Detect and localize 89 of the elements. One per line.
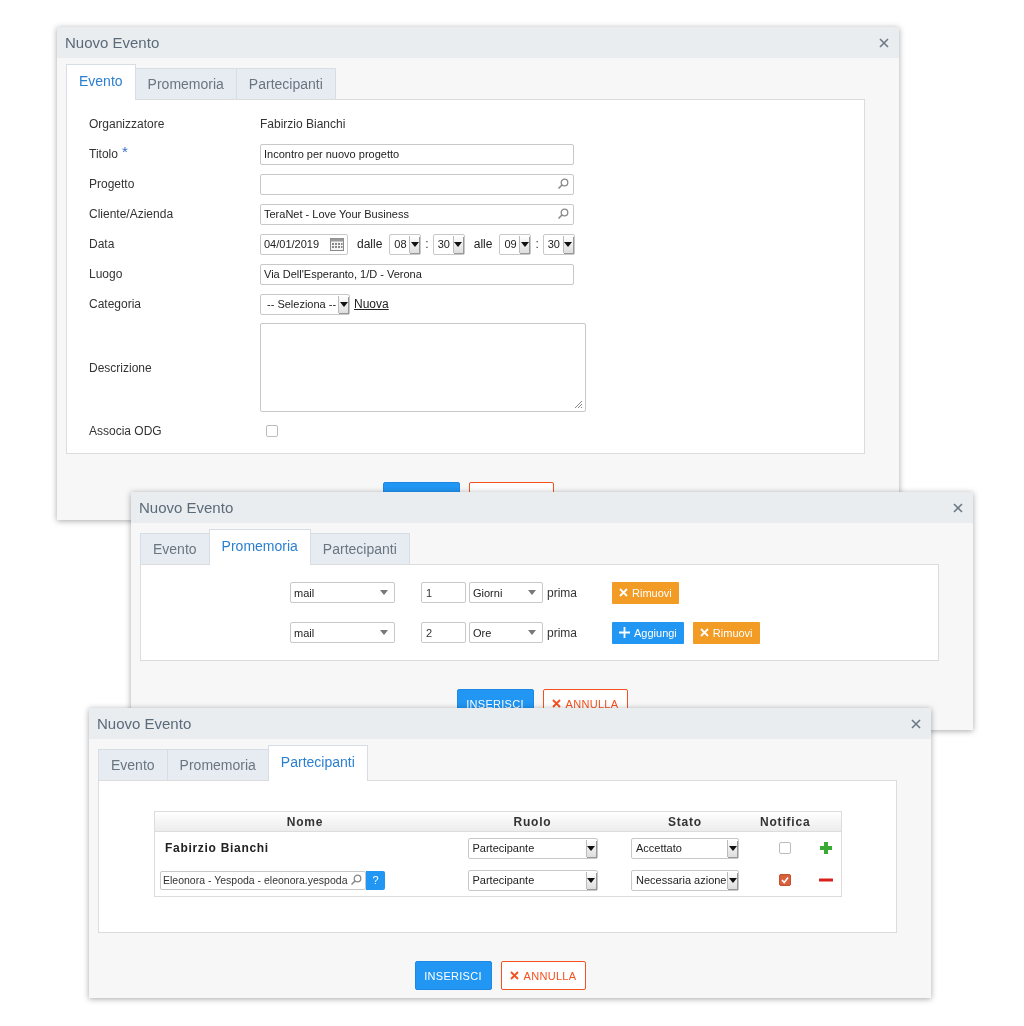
search-icon[interactable] bbox=[557, 208, 569, 220]
category-select[interactable]: -- Seleziona -- bbox=[260, 293, 350, 315]
tab[interactable]: Evento bbox=[98, 749, 168, 780]
checkbox[interactable] bbox=[779, 874, 791, 886]
time-separator: : bbox=[535, 237, 539, 251]
search-icon[interactable] bbox=[350, 874, 362, 886]
participant-name: Fabirzio Bianchi bbox=[164, 841, 269, 855]
search-field[interactable] bbox=[260, 173, 574, 195]
checkbox[interactable] bbox=[779, 842, 791, 854]
check-icon bbox=[781, 876, 789, 884]
unit-select[interactable]: Ore bbox=[469, 622, 543, 643]
column-header: Stato bbox=[667, 814, 703, 829]
caret-icon bbox=[587, 845, 595, 851]
role-select[interactable]: Partecipante bbox=[467, 869, 598, 891]
text-field[interactable]: Via Dell'Esperanto, 1/D - Verona bbox=[260, 263, 574, 285]
text-field[interactable]: Incontro per nuovo progetto bbox=[260, 143, 574, 165]
field-value: Fabirzio Bianchi bbox=[260, 117, 346, 131]
caret-icon bbox=[410, 241, 419, 247]
tab[interactable]: Promemoria bbox=[134, 68, 237, 99]
time-select[interactable]: 30 bbox=[542, 233, 575, 255]
status-select[interactable]: Necessaria azione bbox=[631, 869, 739, 891]
field-label: Associa ODG bbox=[89, 424, 162, 438]
tab[interactable]: Partecipanti bbox=[309, 533, 410, 564]
field-label: Progetto bbox=[89, 177, 135, 191]
cancel-button[interactable]: ANNULLA bbox=[500, 961, 586, 990]
description-field[interactable] bbox=[260, 323, 586, 412]
close-icon[interactable] bbox=[879, 37, 889, 48]
field-label: alle bbox=[473, 237, 493, 251]
caret-icon bbox=[528, 590, 536, 595]
number-field[interactable]: 2 bbox=[421, 622, 466, 643]
plus-icon bbox=[619, 627, 630, 638]
number-field[interactable]: 1 bbox=[421, 582, 466, 603]
resize-grip-icon[interactable] bbox=[573, 399, 583, 409]
tab[interactable]: Partecipanti bbox=[235, 68, 336, 99]
caret-icon bbox=[728, 845, 737, 851]
caret-icon bbox=[528, 630, 536, 635]
field-label: Categoria bbox=[89, 297, 142, 311]
field-label: Luogo bbox=[89, 267, 123, 281]
window-title: Nuovo Evento bbox=[65, 34, 160, 51]
checkbox[interactable] bbox=[266, 425, 278, 437]
channel-select[interactable]: mail bbox=[290, 622, 395, 643]
column-header: Ruolo bbox=[512, 814, 553, 829]
field-label: Data bbox=[89, 237, 115, 251]
time-separator: : bbox=[425, 237, 429, 251]
x-icon bbox=[551, 699, 561, 708]
field-label: prima bbox=[547, 585, 578, 600]
column-header: Nome bbox=[285, 814, 325, 829]
unit-select[interactable]: Giorni bbox=[469, 582, 543, 603]
tab[interactable]: Promemoria bbox=[208, 529, 311, 565]
close-icon[interactable] bbox=[953, 502, 963, 513]
field-label: Titolo bbox=[89, 147, 118, 161]
time-select[interactable]: 30 bbox=[432, 233, 465, 255]
role-select[interactable]: Partecipante bbox=[467, 837, 598, 859]
search-field[interactable]: TeraNet - Love Your Business bbox=[260, 203, 574, 225]
caret-icon bbox=[380, 630, 388, 635]
status-select[interactable]: Accettato bbox=[631, 837, 739, 859]
x-icon bbox=[509, 971, 519, 980]
close-icon[interactable] bbox=[911, 718, 921, 729]
plus-icon[interactable] bbox=[818, 841, 833, 855]
date-field[interactable]: 04/01/2019 bbox=[260, 233, 348, 255]
caret-icon bbox=[339, 301, 348, 307]
tab[interactable]: Promemoria bbox=[166, 749, 269, 780]
calendar-icon[interactable] bbox=[330, 237, 344, 251]
field-label: prima bbox=[547, 625, 578, 640]
search-icon[interactable] bbox=[557, 178, 569, 190]
window-title: Nuovo Evento bbox=[97, 715, 192, 732]
channel-select[interactable]: mail bbox=[290, 582, 395, 603]
caret-icon bbox=[520, 241, 529, 247]
tab[interactable]: Evento bbox=[140, 533, 210, 564]
new-category-link[interactable]: Nuova bbox=[354, 297, 389, 311]
field-label: Cliente/Azienda bbox=[89, 207, 174, 221]
tab[interactable]: Evento bbox=[66, 64, 136, 100]
caret-icon bbox=[454, 241, 463, 247]
column-header: Notifica bbox=[760, 814, 810, 829]
x-icon bbox=[619, 588, 628, 597]
field-label: dalle bbox=[357, 237, 383, 251]
time-select[interactable]: 09 bbox=[499, 233, 532, 255]
window-title: Nuovo Evento bbox=[139, 499, 234, 516]
tab[interactable]: Partecipanti bbox=[267, 745, 368, 781]
field-label: Descrizione bbox=[89, 360, 152, 375]
time-select[interactable]: 08 bbox=[389, 233, 422, 255]
x-icon bbox=[699, 628, 709, 637]
caret-icon bbox=[380, 590, 388, 595]
caret-icon bbox=[564, 241, 573, 247]
caret-icon bbox=[728, 877, 737, 883]
caret-icon bbox=[587, 877, 595, 883]
field-label: Organizzatore bbox=[89, 117, 165, 131]
required-mark: * bbox=[121, 142, 128, 160]
participant-search-field[interactable]: Eleonora - Yespoda - eleonora.yespoda bbox=[160, 870, 366, 890]
